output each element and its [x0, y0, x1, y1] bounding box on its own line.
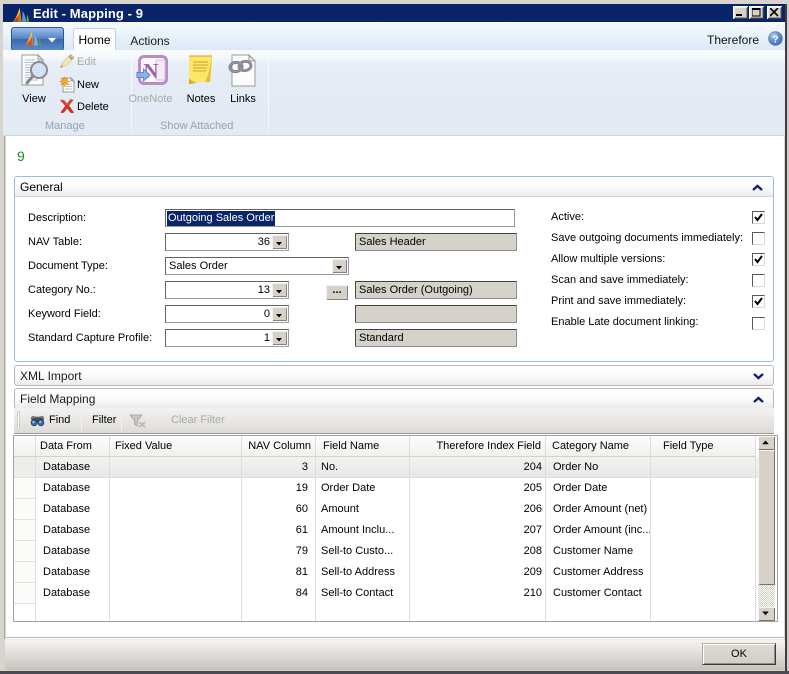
svg-text:?: ?	[772, 34, 778, 45]
